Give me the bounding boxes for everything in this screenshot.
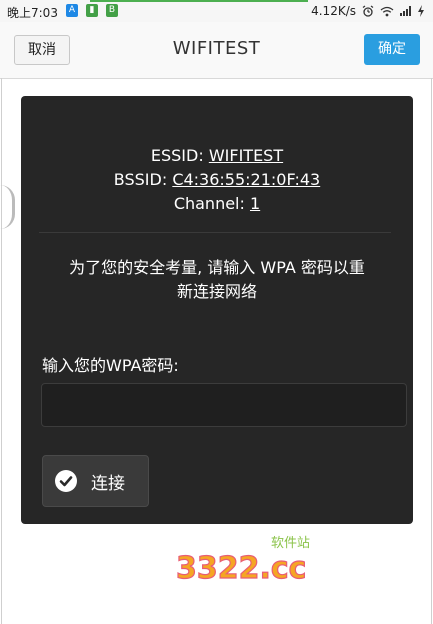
signal-icon bbox=[400, 6, 411, 16]
charging-icon bbox=[418, 5, 424, 17]
net-speed: 4.12K/s bbox=[311, 4, 356, 18]
site-watermark-logo: 软件站 3322.cc bbox=[175, 536, 310, 587]
bssid-row: BSSID: C4:36:55:21:0F:43 bbox=[21, 170, 413, 189]
side-drawer-handle[interactable] bbox=[0, 185, 15, 229]
status-time: 晚上7:03 bbox=[7, 6, 58, 20]
wifi-icon bbox=[380, 6, 394, 16]
bssid-label: BSSID: bbox=[113, 170, 168, 189]
right-border bbox=[431, 78, 432, 624]
security-message-line-2: 新连接网络 bbox=[176, 282, 257, 301]
left-border bbox=[1, 78, 2, 624]
essid-label: ESSID: bbox=[150, 146, 204, 165]
bssid-value: C4:36:55:21:0F:43 bbox=[172, 170, 321, 189]
security-message-line-1: 为了您的安全考量, 请输入 WPA 密码以重 bbox=[69, 258, 365, 277]
watermark-tagline: 软件站 bbox=[271, 536, 310, 551]
password-label: 输入您的WPA密码: bbox=[42, 356, 179, 375]
channel-value: 1 bbox=[249, 194, 261, 213]
wifi-connect-dialog: ESSID: WIFITEST BSSID: C4:36:55:21:0F:43… bbox=[21, 96, 413, 524]
title-bar: 取消 WIFITEST 确定 bbox=[0, 22, 433, 79]
notification-app-icon: A bbox=[66, 4, 78, 17]
channel-row: Channel: 1 bbox=[21, 194, 413, 213]
page-load-progress bbox=[90, 0, 308, 2]
divider bbox=[39, 232, 391, 233]
connect-button[interactable]: 连接 bbox=[42, 455, 149, 507]
connect-label: 连接 bbox=[91, 474, 125, 494]
watermark-logo-text: 3322.cc bbox=[176, 551, 306, 586]
alarm-icon bbox=[362, 5, 374, 17]
confirm-button[interactable]: 确定 bbox=[364, 34, 420, 65]
status-bar: 晚上7:03 A ▮ B 4.12K/s bbox=[0, 0, 433, 22]
wpa-password-input[interactable] bbox=[41, 383, 407, 427]
notification-chat-app-icon: B bbox=[106, 4, 118, 17]
essid-row: ESSID: WIFITEST bbox=[21, 146, 413, 165]
channel-label: Channel: bbox=[173, 194, 245, 213]
security-message: 为了您的安全考量, 请输入 WPA 密码以重 新连接网络 bbox=[41, 256, 393, 304]
check-icon bbox=[55, 470, 77, 492]
notification-battery-app-icon: ▮ bbox=[86, 4, 98, 17]
essid-value: WIFITEST bbox=[208, 146, 284, 165]
